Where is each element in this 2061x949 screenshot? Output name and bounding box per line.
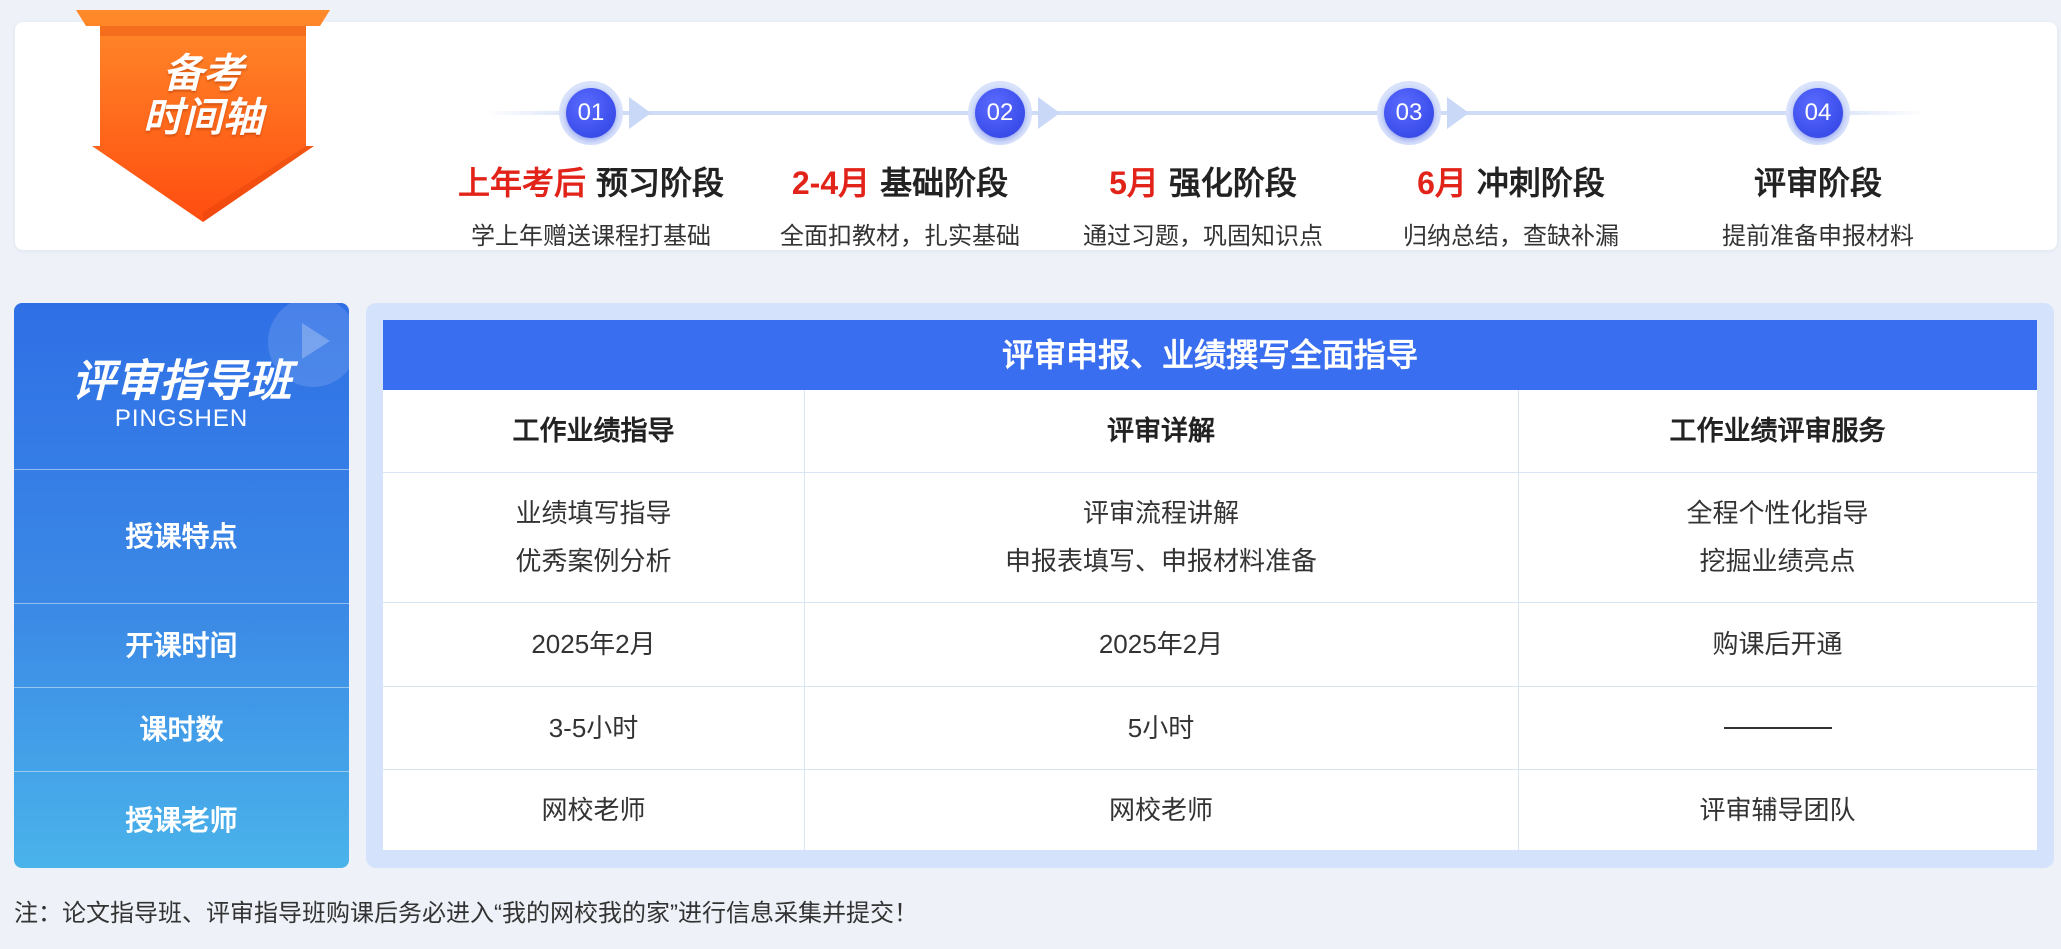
step-2-desc: 全面扣教材，扎实基础 [780,223,1020,250]
step-1-stage: 预习阶段 [596,165,725,201]
table-cell-features: 业绩填写指导 优秀案例分析 [383,472,804,602]
course-panel: 评审指导班 PINGSHEN 授课特点 开课时间 课时数 授课老师 [14,303,349,868]
table-cell-start-time: 2025年2月 [1098,629,1224,659]
cell-line: 挖掘业绩亮点 [1699,546,1856,576]
timeline-badge: 备考 时间轴 [68,6,338,236]
step-3-number: 03 [1384,88,1434,138]
step-4-stage: 冲刺阶段 [1476,165,1605,201]
dash-placeholder [1723,726,1832,729]
step-2-number: 02 [975,88,1025,138]
table-body: 评审申报、业绩撰写全面指导 工作业绩指导 评审详解 工作业绩评审服务 业绩填写指… [383,320,2037,850]
step-1-number: 01 [566,88,616,138]
table-cell-hours-empty [1518,686,2037,769]
cell-line: 业绩填写指导 [515,498,672,528]
footer-note: 注：论文指导班、评审指导班购课后务必进入“我的网校我的家”进行信息采集并提交！ [14,900,918,927]
row-label-features: 授课特点 [14,469,349,604]
step-4-highlight: 6月 [1417,165,1467,201]
step-1-desc: 学上年赠送课程打基础 [471,223,711,250]
step-2-stage: 基础阶段 [880,165,1009,201]
step-2-highlight: 2-4月 [791,165,871,201]
step-2-title: 2-4月 基础阶段 [750,158,1050,204]
cell-line: 评审流程讲解 [1082,498,1239,528]
step-5-desc: 提前准备申报材料 [1722,223,1914,250]
step-4-circle: 04 [1786,81,1850,145]
panel-subtitle: PINGSHEN [114,405,249,432]
table-header: 评审申报、业绩撰写全面指导 [383,320,2037,390]
panel-title: 评审指导班 [71,357,292,406]
table-cell-features: 评审流程讲解 申报表填写、申报材料准备 [804,472,1518,602]
table-cell-teacher: 网校老师 [1108,794,1213,825]
step-3-highlight: 5月 [1109,165,1159,201]
column-header: 评审详解 [1107,416,1215,446]
table-cell-hours: 3-5小时 [548,712,639,743]
step-5-stage: 评审阶段 [1753,165,1882,201]
row-label-teachers: 授课老师 [14,771,349,868]
step-1-arrow-icon [629,97,651,129]
step-1-title: 上年考后 预习阶段 [441,158,741,204]
column-header: 工作业绩评审服务 [1669,416,1886,446]
step-5-title: 评审阶段 [1668,158,1968,204]
step-2-circle: 02 [968,81,1032,145]
table-cell-start-time: 购课后开通 [1712,629,1843,659]
step-3-desc: 通过习题，巩固知识点 [1083,223,1323,250]
table-cell-features: 全程个性化指导 挖掘业绩亮点 [1518,472,2037,602]
row-label-hours: 课时数 [14,687,349,772]
cell-line: 优秀案例分析 [515,546,672,576]
step-3-title: 5月 强化阶段 [1053,158,1353,204]
cell-line: 申报表填写、申报材料准备 [1004,546,1317,576]
step-4-number: 04 [1793,88,1843,138]
column-header: 工作业绩指导 [512,416,675,446]
course-table: 评审申报、业绩撰写全面指导 工作业绩指导 评审详解 工作业绩评审服务 业绩填写指… [366,303,2054,868]
table-cell-teacher: 网校老师 [541,794,646,825]
step-3-arrow-icon [1447,97,1469,129]
badge-label: 备考 时间轴 [68,52,338,140]
step-2-arrow-icon [1038,97,1060,129]
step-3-circle: 03 [1377,81,1441,145]
timeline-track [485,111,1925,115]
step-1-circle: 01 [559,81,623,145]
row-label-start-time: 开课时间 [14,603,349,688]
step-4-desc: 归纳总结，查缺补漏 [1403,223,1619,250]
badge-line-2: 时间轴 [143,96,263,140]
table-cell-teacher: 评审辅导团队 [1699,794,1856,825]
cell-line: 全程个性化指导 [1686,498,1869,528]
step-4-title: 6月 冲刺阶段 [1361,158,1661,204]
badge-line-1: 备考 [163,52,243,96]
step-1-highlight: 上年考后 [457,165,586,201]
table-cell-start-time: 2025年2月 [531,629,656,659]
table-cell-hours: 5小时 [1127,712,1195,743]
step-3-stage: 强化阶段 [1168,165,1297,201]
